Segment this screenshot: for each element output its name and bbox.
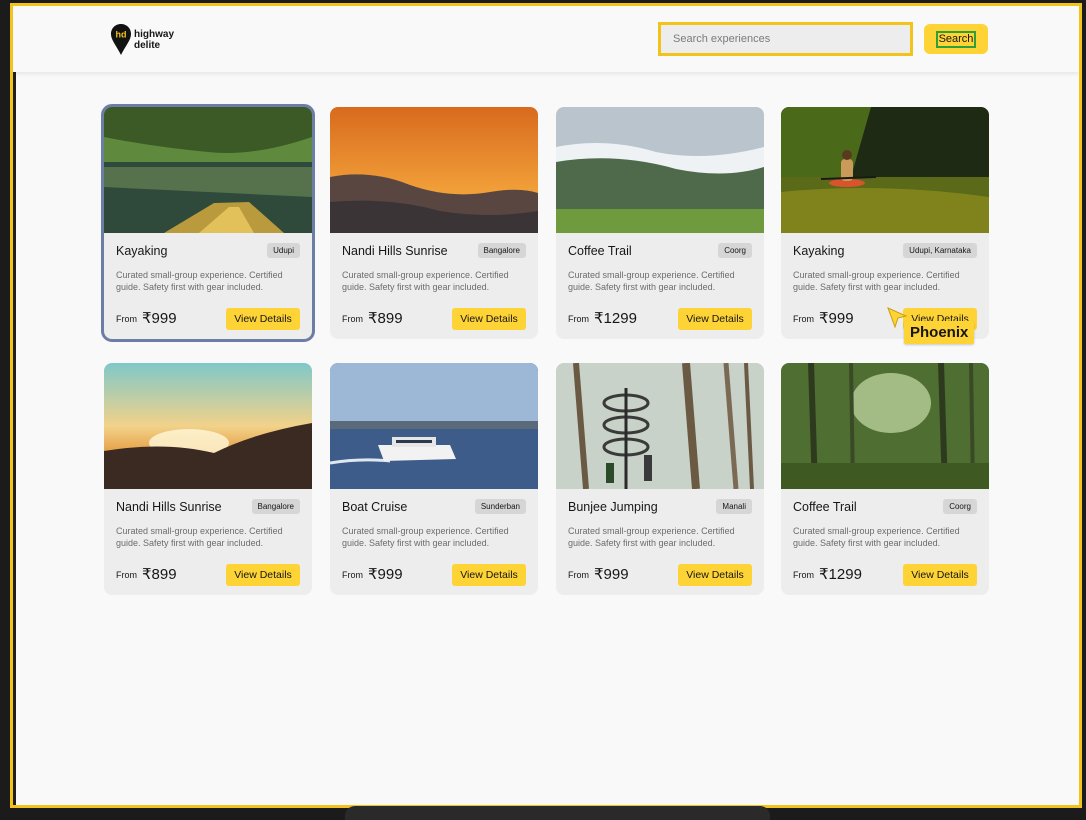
location-badge: Sunderban <box>474 499 526 514</box>
card-description: Curated small-group experience. Certifie… <box>342 526 509 548</box>
experience-card[interactable]: Coffee Trail Coorg Curated small-group e… <box>781 363 989 595</box>
location-badge: Coorg <box>943 499 977 514</box>
card-description: Curated small-group experience. Certifie… <box>116 526 283 548</box>
search-button[interactable]: Search <box>924 24 988 54</box>
price-prefix: From <box>116 570 137 580</box>
location-badge: Bangalore <box>251 499 300 514</box>
experience-card[interactable]: Bunjee Jumping Manali Curated small-grou… <box>556 363 764 595</box>
card-title: Kayaking <box>116 244 168 258</box>
brand-name-line-1: highway <box>134 28 175 40</box>
card-price: ₹899 <box>142 566 177 583</box>
browser-viewport: hd highway delite Search Kayaking Udupi … <box>10 3 1082 808</box>
card-price: ₹999 <box>368 566 403 583</box>
view-details-button[interactable]: View Details <box>452 308 526 330</box>
location-badge: Bangalore <box>477 243 526 258</box>
search-button-label: Search <box>935 31 977 48</box>
card-title: Bunjee Jumping <box>568 500 658 514</box>
green-forest-image <box>781 363 989 489</box>
price-prefix: From <box>793 570 814 580</box>
price-prefix: From <box>568 314 589 324</box>
brand-name: highway delite <box>134 29 174 51</box>
mangrove-kayak-image <box>104 107 312 233</box>
card-description: Curated small-group experience. Certifie… <box>793 270 960 292</box>
experience-card[interactable]: Coffee Trail Coorg Curated small-group e… <box>556 107 764 339</box>
experience-card[interactable]: Nandi Hills Sunrise Bangalore Curated sm… <box>330 107 538 339</box>
card-price: ₹999 <box>594 566 629 583</box>
sunrise-hills-image <box>330 107 538 233</box>
forest-river-kayak-image <box>781 107 989 233</box>
viewport-edge <box>13 6 16 805</box>
card-title: Kayaking <box>793 244 845 258</box>
card-title: Coffee Trail <box>793 500 857 514</box>
location-badge: Udupi, Karnataka <box>903 243 977 258</box>
price-prefix: From <box>342 570 363 580</box>
card-title: Coffee Trail <box>568 244 632 258</box>
card-price: ₹999 <box>819 310 854 327</box>
location-badge: Udupi <box>267 243 300 258</box>
card-description: Curated small-group experience. Certifie… <box>793 526 960 548</box>
experience-card[interactable]: Kayaking Udupi, Karnataka Curated small-… <box>781 107 989 339</box>
brand-name-line-2: delite <box>134 39 161 51</box>
ferry-boat-image <box>330 363 538 489</box>
card-price: ₹1299 <box>594 310 637 327</box>
view-details-button[interactable]: View Details <box>678 308 752 330</box>
card-description: Curated small-group experience. Certifie… <box>568 270 735 292</box>
cursor-name-label: Phoenix <box>904 321 975 344</box>
price-prefix: From <box>116 314 137 324</box>
card-title: Boat Cruise <box>342 500 408 514</box>
card-price: ₹999 <box>142 310 177 327</box>
view-details-button[interactable]: View Details <box>678 564 752 586</box>
site-header: hd highway delite Search <box>13 6 1079 72</box>
sunset-hills-image <box>104 363 312 489</box>
misty-valley-image <box>556 107 764 233</box>
price-prefix: From <box>793 314 814 324</box>
view-details-button[interactable]: View Details <box>226 564 300 586</box>
brand-logo[interactable]: hd highway delite <box>110 23 174 56</box>
search-input[interactable] <box>658 22 913 56</box>
card-price: ₹1299 <box>819 566 862 583</box>
experience-card[interactable]: Kayaking Udupi Curated small-group exper… <box>101 104 315 342</box>
location-badge: Coorg <box>718 243 752 258</box>
card-description: Curated small-group experience. Certifie… <box>568 526 735 548</box>
taskbar <box>345 806 770 820</box>
card-price: ₹899 <box>368 310 403 327</box>
location-pin-logo-icon: hd <box>111 24 131 55</box>
experience-card[interactable]: Boat Cruise Sunderban Curated small-grou… <box>330 363 538 595</box>
card-title: Nandi Hills Sunrise <box>116 500 222 514</box>
card-title: Nandi Hills Sunrise <box>342 244 448 258</box>
spiral-stair-tower-image <box>556 363 764 489</box>
price-prefix: From <box>568 570 589 580</box>
card-description: Curated small-group experience. Certifie… <box>116 270 283 292</box>
experience-card[interactable]: Nandi Hills Sunrise Bangalore Curated sm… <box>104 363 312 595</box>
svg-text:hd: hd <box>116 30 127 40</box>
view-details-button[interactable]: View Details <box>226 308 300 330</box>
card-description: Curated small-group experience. Certifie… <box>342 270 509 292</box>
view-details-button[interactable]: View Details <box>452 564 526 586</box>
price-prefix: From <box>342 314 363 324</box>
location-badge: Manali <box>716 499 752 514</box>
view-details-button[interactable]: View Details <box>903 564 977 586</box>
